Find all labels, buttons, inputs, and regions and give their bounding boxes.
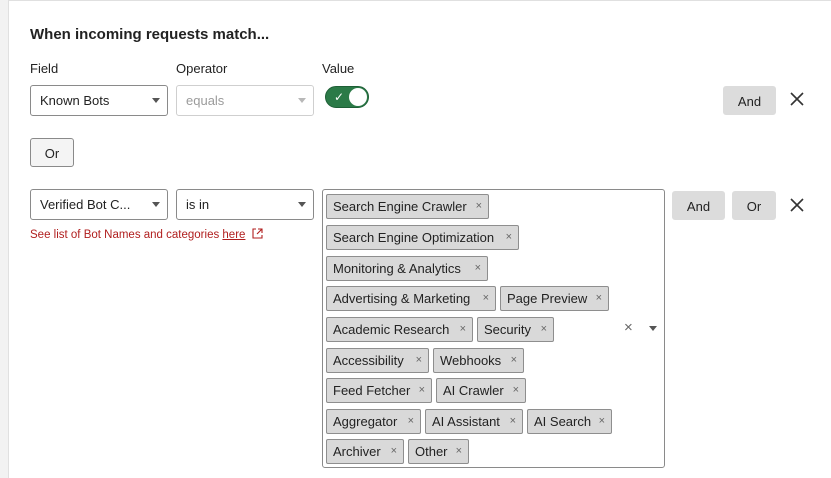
section-title: When incoming requests match... <box>30 26 270 43</box>
external-link-icon[interactable] <box>252 228 263 242</box>
chip-remove-icon[interactable]: × <box>419 379 425 402</box>
chip-remove-icon[interactable]: × <box>483 287 489 310</box>
field-select-verified-bot[interactable]: Verified Bot C... <box>30 189 168 220</box>
operator-select-value: is in <box>186 197 210 212</box>
field-label: Field <box>30 61 59 76</box>
operator-select-value: equals <box>186 93 225 108</box>
field-select-value: Verified Bot C... <box>40 197 131 212</box>
chevron-down-icon <box>298 98 306 103</box>
chevron-down-icon[interactable] <box>649 326 657 331</box>
chip-ai-assistant: AI Assistant × <box>425 409 523 434</box>
and-button-row2[interactable]: And <box>672 191 725 220</box>
or-button[interactable]: Or <box>30 138 74 167</box>
check-icon: ✓ <box>334 90 345 104</box>
bot-names-link[interactable]: here <box>222 229 245 241</box>
field-select-value: Known Bots <box>40 93 110 108</box>
chip-webhooks: Webhooks × <box>433 348 524 373</box>
chip-remove-icon[interactable]: × <box>391 440 397 463</box>
chip-remove-icon[interactable]: × <box>456 440 462 463</box>
chip-remove-icon[interactable]: × <box>475 257 481 280</box>
chip-remove-icon[interactable]: × <box>476 195 482 218</box>
chip-remove-icon[interactable]: × <box>510 410 516 433</box>
chip-ai-crawler: AI Crawler × <box>436 378 526 403</box>
chip-remove-icon[interactable]: × <box>416 349 422 372</box>
chip-ai-search: AI Search × <box>527 409 612 434</box>
close-icon[interactable] <box>790 90 804 110</box>
chip-remove-icon[interactable]: × <box>511 349 517 372</box>
chip-search-engine-crawler: Search Engine Crawler × <box>326 194 489 219</box>
chip-remove-icon[interactable]: × <box>408 410 414 433</box>
chip-remove-icon[interactable]: × <box>599 410 605 433</box>
value-toggle[interactable]: ✓ <box>325 86 369 108</box>
toggle-knob <box>349 88 367 106</box>
chip-accessibility: Accessibility × <box>326 348 429 373</box>
value-label: Value <box>322 61 355 76</box>
chip-academic-research: Academic Research × <box>326 317 473 342</box>
chip-security: Security × <box>477 317 554 342</box>
chevron-down-icon <box>298 202 306 207</box>
chip-page-preview: Page Preview × <box>500 286 609 311</box>
and-button-row1[interactable]: And <box>723 86 776 115</box>
close-icon[interactable] <box>790 196 804 216</box>
chip-remove-icon[interactable]: × <box>541 318 547 341</box>
operator-select-is-in[interactable]: is in <box>176 189 314 220</box>
bot-names-note: See list of Bot Names and categories her… <box>30 228 263 242</box>
chip-advertising-marketing: Advertising & Marketing × <box>326 286 496 311</box>
chip-aggregator: Aggregator × <box>326 409 421 434</box>
chip-other: Other × <box>408 439 469 464</box>
chevron-down-icon <box>152 98 160 103</box>
chip-remove-icon[interactable]: × <box>513 379 519 402</box>
field-select-known-bots[interactable]: Known Bots <box>30 85 168 116</box>
chip-remove-icon[interactable]: × <box>506 226 512 249</box>
chip-remove-icon[interactable]: × <box>460 318 466 341</box>
chevron-down-icon <box>152 202 160 207</box>
chip-search-engine-optimization: Search Engine Optimization × <box>326 225 519 250</box>
chip-monitoring-analytics: Monitoring & Analytics × <box>326 256 488 281</box>
operator-select-equals[interactable]: equals <box>176 85 314 116</box>
chip-remove-icon[interactable]: × <box>596 287 602 310</box>
chip-feed-fetcher: Feed Fetcher × <box>326 378 432 403</box>
bot-names-note-text: See list of Bot Names and categories <box>30 229 223 241</box>
or-button-row2[interactable]: Or <box>732 191 776 220</box>
clear-all-icon[interactable]: × <box>624 319 633 336</box>
chip-archiver: Archiver × <box>326 439 404 464</box>
operator-label: Operator <box>176 61 228 76</box>
